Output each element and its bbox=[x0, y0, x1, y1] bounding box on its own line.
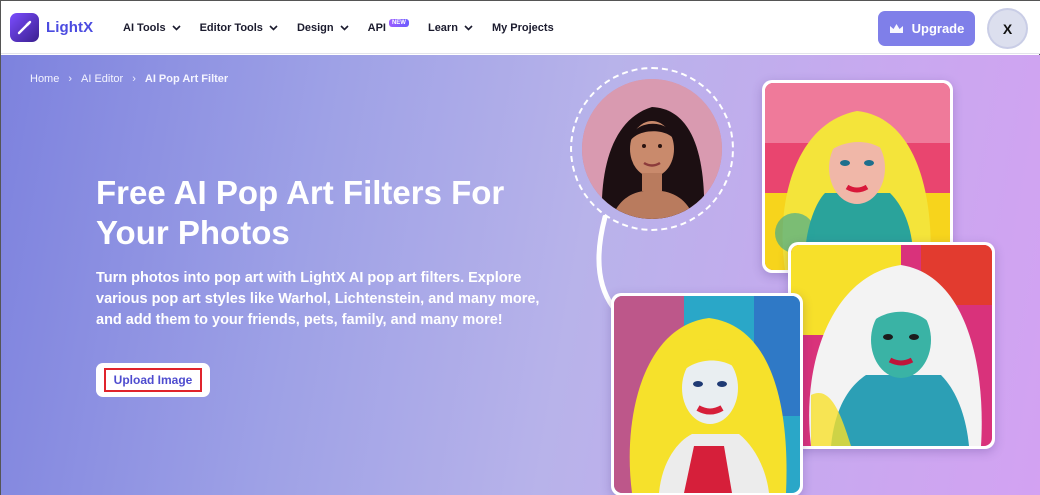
menu-label: API bbox=[367, 21, 386, 34]
original-portrait-frame bbox=[570, 67, 734, 231]
menu-label: Learn bbox=[427, 21, 458, 34]
user-avatar[interactable]: X bbox=[989, 10, 1026, 47]
menu-ai-tools[interactable]: AI Tools bbox=[123, 22, 181, 34]
menu-editor-tools[interactable]: Editor Tools bbox=[200, 22, 278, 34]
logo[interactable]: LightX bbox=[10, 13, 93, 42]
menu-label: AI Tools bbox=[123, 21, 166, 34]
menu-label: Design bbox=[296, 21, 334, 34]
menu-learn[interactable]: Learn bbox=[428, 22, 473, 34]
upload-button-wrapper: Upload Image bbox=[96, 363, 210, 397]
chevron-right-icon: › bbox=[132, 73, 136, 85]
chevron-down-icon bbox=[340, 24, 349, 31]
logo-text: LightX bbox=[46, 19, 94, 36]
breadcrumb-ai-editor[interactable]: AI Editor bbox=[81, 73, 123, 85]
breadcrumb-current: AI Pop Art Filter bbox=[144, 73, 229, 85]
new-badge: NEW bbox=[388, 19, 409, 27]
original-portrait-image bbox=[582, 79, 722, 219]
menu-label: My Projects bbox=[491, 21, 554, 34]
breadcrumb-home[interactable]: Home bbox=[30, 73, 59, 85]
upgrade-button[interactable]: Upgrade bbox=[878, 11, 975, 46]
menu-api[interactable]: API NEW bbox=[367, 19, 409, 34]
top-navbar: LightX AI Tools Editor Tools Design API … bbox=[1, 1, 1040, 54]
chevron-right-icon: › bbox=[68, 73, 73, 85]
main-menu: AI Tools Editor Tools Design API NEW Lea… bbox=[123, 1, 573, 54]
menu-my-projects[interactable]: My Projects bbox=[492, 22, 554, 34]
chevron-down-icon bbox=[269, 24, 278, 31]
pop-art-example-3 bbox=[611, 293, 803, 495]
hero-section: Home › AI Editor › AI Pop Art Filter Fre… bbox=[1, 55, 1040, 495]
upgrade-label: Upgrade bbox=[911, 21, 965, 36]
hero-description: Turn photos into pop art with LightX AI … bbox=[96, 270, 540, 328]
page-title: Free AI Pop Art Filters For Your Photos bbox=[96, 174, 505, 251]
upload-image-button[interactable]: Upload Image bbox=[104, 368, 202, 392]
chevron-down-icon bbox=[172, 24, 181, 31]
menu-design[interactable]: Design bbox=[297, 22, 349, 34]
chevron-down-icon bbox=[464, 24, 473, 31]
crown-icon bbox=[889, 23, 903, 33]
menu-label: Editor Tools bbox=[199, 21, 263, 34]
pop-art-example-2 bbox=[788, 242, 995, 449]
lightx-logo-icon bbox=[10, 13, 39, 42]
breadcrumb: Home › AI Editor › AI Pop Art Filter bbox=[30, 73, 228, 85]
